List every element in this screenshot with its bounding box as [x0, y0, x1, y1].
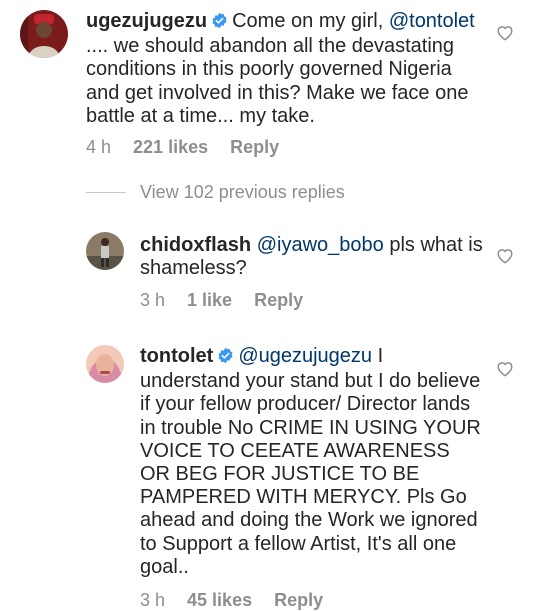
comment-text: tontolet @ugezujugezu I understand your s… — [140, 345, 485, 579]
avatar-image — [20, 10, 68, 58]
username[interactable]: chidoxflash — [140, 234, 251, 256]
avatar-tontolet[interactable] — [86, 345, 124, 383]
likes-count[interactable]: 221 likes — [133, 137, 208, 158]
avatar-ugezujugezu[interactable] — [20, 10, 68, 58]
avatar-image — [86, 232, 124, 270]
comment-body-pre: Come on my girl, — [232, 10, 389, 32]
verified-badge-icon — [211, 12, 228, 35]
comment-text: ugezujugezu Come on my girl, @tontolet ..… — [86, 10, 486, 128]
username[interactable]: ugezujugezu — [86, 10, 207, 32]
avatar-chidoxflash[interactable] — [86, 232, 124, 270]
comment-meta: 3 h 1 like Reply — [140, 290, 325, 311]
view-previous-replies[interactable]: View 102 previous replies — [86, 182, 345, 203]
reply-button[interactable]: Reply — [230, 137, 279, 158]
mention-link[interactable]: @ugezujugezu — [238, 345, 372, 367]
timestamp: 3 h — [140, 290, 166, 310]
view-replies-label: View 102 previous replies — [140, 182, 345, 202]
likes-count[interactable]: 1 like — [187, 290, 232, 311]
heart-outline-icon[interactable] — [496, 24, 514, 46]
heart-outline-icon[interactable] — [496, 360, 514, 382]
comment-text: chidoxflash @iyawo_bobo pls what is sham… — [140, 234, 485, 280]
heart-outline-icon[interactable] — [496, 247, 514, 269]
timestamp: 4 h — [86, 137, 112, 157]
comment-meta: 4 h 221 likes Reply — [86, 137, 301, 158]
mention-link[interactable]: @iyawo_bobo — [257, 234, 384, 256]
reply-button[interactable]: Reply — [254, 290, 303, 311]
username[interactable]: tontolet — [140, 345, 213, 367]
verified-badge-icon — [217, 347, 234, 370]
divider-line — [86, 192, 126, 193]
mention-link[interactable]: @tontolet — [389, 10, 475, 32]
comment-body: .... we should abandon all the devastati… — [86, 35, 469, 127]
avatar-image — [86, 345, 124, 383]
comment-body: I understand your stand but I do believe… — [140, 345, 481, 578]
